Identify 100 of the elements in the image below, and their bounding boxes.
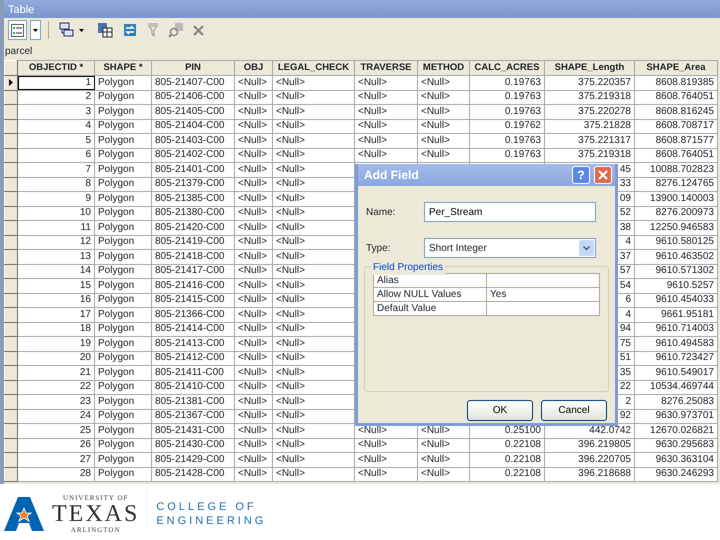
column-header[interactable]: OBJ — [234, 60, 272, 76]
table-cell: 3 — [18, 104, 94, 119]
table-cell: 6 — [18, 148, 94, 162]
table-cell: 9610.454033 — [634, 293, 718, 308]
table-cell: Polygon — [94, 177, 152, 192]
table-cell: 0.22108 — [470, 467, 544, 482]
table-cell: 805-21420-C00 — [152, 220, 234, 235]
table-cell: 805-21416-C00 — [152, 278, 234, 293]
table-cell: <Null> — [272, 293, 354, 308]
row-selector[interactable] — [4, 76, 18, 90]
table-cell: 9610.714003 — [634, 322, 718, 336]
table-cell: <Null> — [234, 278, 272, 293]
table-cell: <Null> — [234, 192, 272, 206]
college-name: ENGINEERING — [156, 514, 266, 528]
table-cell: Polygon — [94, 409, 152, 424]
table-cell: Polygon — [94, 438, 152, 452]
funnel-icon — [147, 23, 159, 37]
table-cell: <Null> — [234, 336, 272, 351]
help-button[interactable]: ? — [572, 166, 590, 184]
table-cell: 8276.25083 — [634, 394, 718, 409]
table-cell: 15 — [18, 278, 94, 293]
table-cell: 8276.200973 — [634, 206, 718, 220]
table-cell: 805-21366-C00 — [152, 308, 234, 322]
table-cell: <Null> — [354, 90, 418, 104]
table-cell: 9630.246293 — [634, 467, 718, 482]
column-header[interactable]: METHOD — [418, 60, 470, 76]
table-cell: <Null> — [234, 394, 272, 409]
table-cell: <Null> — [234, 162, 272, 177]
table-cell: <Null> — [354, 134, 418, 148]
ok-button[interactable]: OK — [467, 400, 533, 421]
column-header[interactable]: TRAVERSE — [354, 60, 418, 76]
column-header[interactable]: SHAPE_Length — [544, 60, 634, 76]
cancel-button[interactable]: Cancel — [541, 400, 607, 421]
layer-tab[interactable]: parcel — [5, 46, 32, 57]
table-cell: Polygon — [94, 148, 152, 162]
table-cell: 805-21414-C00 — [152, 322, 234, 336]
table-cell: 18 — [18, 322, 94, 336]
table-cell: 5 — [18, 134, 94, 148]
table-cell: 805-21410-C00 — [152, 380, 234, 394]
table-cell: 8 — [18, 177, 94, 192]
table-cell: Polygon — [94, 380, 152, 394]
table-cell: 805-21405-C00 — [152, 104, 234, 119]
table-cell: 26 — [18, 438, 94, 452]
column-header[interactable]: OBJECTID * — [18, 60, 94, 76]
column-header[interactable]: PIN — [152, 60, 234, 76]
table-cell: <Null> — [272, 351, 354, 366]
table-cell: 805-21402-C00 — [152, 148, 234, 162]
table-cell: 9610.549017 — [634, 366, 718, 380]
table-cell: 16 — [18, 293, 94, 308]
table-cell: <Null> — [354, 104, 418, 119]
table-cell: 805-21379-C00 — [152, 177, 234, 192]
dialog-title: Add Field — [364, 167, 419, 184]
table-cell: <Null> — [418, 119, 470, 134]
table-cell: 0.22108 — [470, 452, 544, 467]
table-cell: 8608.871577 — [634, 134, 718, 148]
table-cell: <Null> — [272, 206, 354, 220]
caret-icon — [79, 28, 84, 32]
name-field[interactable]: Per_Stream — [424, 202, 596, 222]
table-cell: <Null> — [272, 380, 354, 394]
table-cell: <Null> — [234, 235, 272, 250]
field-label: Type: — [366, 242, 392, 256]
column-header[interactable]: SHAPE * — [94, 60, 152, 76]
table-cell: <Null> — [418, 148, 470, 162]
table-cell: Polygon — [94, 220, 152, 235]
table-cell: 10 — [18, 206, 94, 220]
table-cell: 8608.764051 — [634, 148, 718, 162]
dropdown-button[interactable] — [30, 20, 41, 40]
type-dropdown[interactable]: Short Integer — [424, 238, 596, 258]
table-cell: <Null> — [234, 293, 272, 308]
table-cell: 24 — [18, 409, 94, 424]
table-cell: <Null> — [234, 104, 272, 119]
table-cell: 375.221317 — [544, 134, 634, 148]
table-cell: <Null> — [234, 264, 272, 278]
table-cell: Polygon — [94, 308, 152, 322]
table-cell: <Null> — [272, 264, 354, 278]
table-cell: <Null> — [234, 308, 272, 322]
table-options-button[interactable] — [8, 20, 27, 40]
table-cell: 0.19762 — [470, 119, 544, 134]
table-cell: Polygon — [94, 467, 152, 482]
table-cell: 0.19763 — [470, 148, 544, 162]
arrows-icon — [122, 22, 138, 38]
column-header[interactable]: SHAPE_Area — [634, 60, 718, 76]
property-value[interactable]: Yes — [486, 288, 600, 302]
table-cell: 9 — [18, 192, 94, 206]
table-cell: <Null> — [272, 192, 354, 206]
table-cell: 375.219318 — [544, 148, 634, 162]
table-cell: <Null> — [234, 438, 272, 452]
table-cell: <Null> — [272, 308, 354, 322]
table-cell: <Null> — [234, 177, 272, 192]
table-cell: Polygon — [94, 90, 152, 104]
table-cell: <Null> — [272, 162, 354, 177]
close-button[interactable] — [594, 166, 612, 184]
table-cell: <Null> — [234, 220, 272, 235]
table-cell: <Null> — [354, 76, 418, 90]
table-cell: 8608.764051 — [634, 90, 718, 104]
column-header[interactable]: LEGAL_CHECK — [272, 60, 354, 76]
column-header[interactable]: CALC_ACRES — [470, 60, 544, 76]
table-cell: Polygon — [94, 192, 152, 206]
table-cell: 2 — [18, 90, 94, 104]
close-icon — [598, 170, 608, 180]
